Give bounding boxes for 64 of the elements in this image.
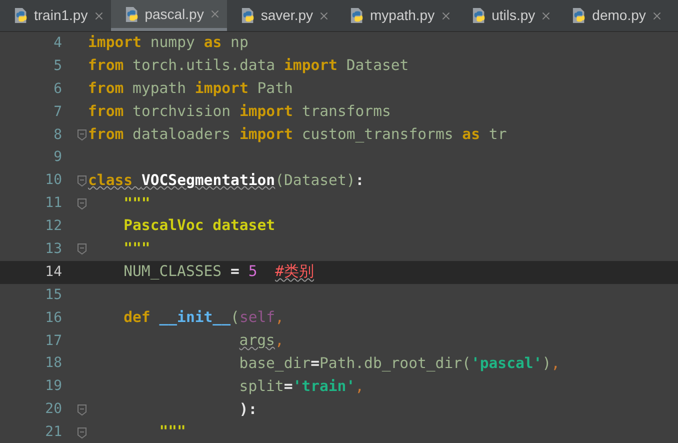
line-number: 7 <box>52 102 62 122</box>
close-icon[interactable] <box>92 10 105 22</box>
code-line: base_dir=Path.db_root_dir('pascal'), <box>239 354 560 374</box>
code-line: """ <box>159 422 186 442</box>
code-line: split='train', <box>239 376 364 397</box>
code-line: ): <box>239 400 258 420</box>
line-number: 14 <box>44 262 62 282</box>
line-number: 21 <box>44 423 62 442</box>
line-number: 12 <box>44 217 62 236</box>
close-icon[interactable] <box>440 10 452 22</box>
tab-label: pascal.py <box>144 4 204 24</box>
file-tab[interactable]: saver.py <box>226 0 336 31</box>
line-number: 9 <box>52 148 62 168</box>
file-tab[interactable]: pascal.py <box>110 0 227 31</box>
fold-marker-icon[interactable] <box>77 129 87 141</box>
file-tab[interactable]: train1.py <box>0 0 111 31</box>
python-file-icon <box>472 7 487 24</box>
tab-label: mypath.py <box>370 6 435 25</box>
line-number: 5 <box>52 56 62 76</box>
code-line: """ <box>124 194 150 214</box>
close-icon[interactable] <box>540 10 552 22</box>
line-number: 6 <box>52 80 62 99</box>
code-line: class VOCSegmentation(Dataset): <box>88 170 364 191</box>
line-number: 4 <box>52 34 62 53</box>
python-file-icon <box>240 7 256 24</box>
code-line: from mypath import Path <box>88 79 293 100</box>
close-icon[interactable] <box>318 10 330 22</box>
fold-marker-icon[interactable] <box>77 174 87 187</box>
fold-marker-icon[interactable] <box>77 198 87 210</box>
line-number: 19 <box>44 377 62 396</box>
close-icon[interactable] <box>650 10 663 22</box>
file-tab[interactable]: mypath.py <box>336 0 458 31</box>
python-file-icon <box>350 7 365 24</box>
line-number: 15 <box>44 286 62 305</box>
line-number: 13 <box>44 240 62 259</box>
line-number: 11 <box>44 194 62 214</box>
tab-label: train1.py <box>34 6 88 25</box>
fold-marker-icon[interactable] <box>77 404 87 416</box>
file-tab[interactable]: utils.py <box>458 0 558 31</box>
line-number: 8 <box>52 126 62 144</box>
tab-label: utils.py <box>492 6 536 25</box>
code-line: NUM_CLASSES = 5 #类别 <box>124 262 314 282</box>
python-file-icon <box>14 7 29 24</box>
close-icon[interactable] <box>208 8 221 20</box>
line-number: 17 <box>44 332 62 351</box>
fold-marker-icon[interactable] <box>77 426 87 439</box>
code-line: PascalVoc dataset <box>124 216 276 236</box>
code-line: from torch.utils.data import Dataset <box>88 56 409 76</box>
line-number: 16 <box>44 308 62 328</box>
code-line: from torchvision import transforms <box>88 102 391 122</box>
file-tab[interactable]: demo.py <box>558 0 669 31</box>
tab-label: saver.py <box>260 6 313 25</box>
fold-marker-icon[interactable] <box>77 243 87 256</box>
code-line: import numpy as np <box>88 33 248 54</box>
line-number: 20 <box>44 400 62 420</box>
code-line: def __init__(self, <box>124 308 284 328</box>
tab-label: demo.py <box>592 6 646 25</box>
code-line: from dataloaders import custom_transforms as tr <box>88 124 507 145</box>
python-file-icon <box>124 6 140 22</box>
code-line: """ <box>124 239 150 260</box>
line-number: 18 <box>44 354 62 374</box>
line-number: 10 <box>44 171 62 190</box>
code-line: args, <box>239 330 284 351</box>
python-file-icon <box>572 7 588 24</box>
